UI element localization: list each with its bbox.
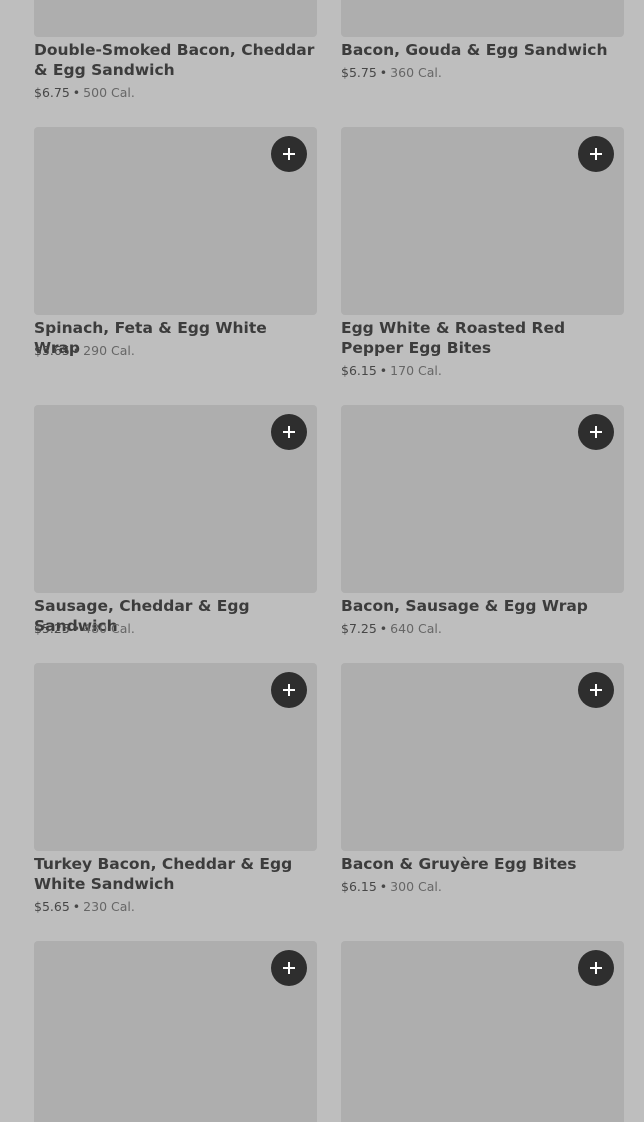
menu-item-card[interactable]	[34, 941, 317, 1122]
menu-item-calories: 230 Cal.	[83, 899, 135, 914]
menu-item-price: $6.15	[341, 879, 377, 894]
plus-icon	[590, 148, 602, 160]
add-to-order-button[interactable]	[578, 414, 614, 450]
menu-grid: Double-Smoked Bacon, Cheddar & Egg Sandw…	[0, 0, 644, 1122]
menu-item-card[interactable]: Egg White & Roasted Red Pepper Egg Bites…	[341, 127, 624, 381]
menu-item-image[interactable]	[341, 0, 624, 37]
menu-item-calories: 170 Cal.	[390, 363, 442, 378]
menu-item-meta: $5.75 • 360 Cal.	[341, 65, 442, 81]
plus-icon	[283, 148, 295, 160]
plus-icon	[590, 962, 602, 974]
menu-item-card[interactable]	[341, 941, 624, 1122]
menu-item-meta: $5.65 • 290 Cal.	[34, 343, 135, 359]
menu-item-calories: 360 Cal.	[390, 65, 442, 80]
menu-item-price: $7.25	[341, 621, 377, 636]
menu-item-price: $5.65	[34, 343, 70, 358]
plus-icon	[283, 962, 295, 974]
add-to-order-button[interactable]	[578, 950, 614, 986]
menu-item-name[interactable]: Bacon, Gouda & Egg Sandwich	[341, 40, 624, 60]
menu-item-card[interactable]: Spinach, Feta & Egg White Wrap $5.65 • 290…	[34, 127, 317, 361]
menu-item-name[interactable]: Double-Smoked Bacon, Cheddar & Egg Sandw…	[34, 40, 317, 80]
menu-item-calories: 500 Cal.	[83, 85, 135, 100]
menu-item-calories: 290 Cal.	[83, 343, 135, 358]
menu-item-name[interactable]: Egg White & Roasted Red Pepper Egg Bites	[341, 318, 624, 358]
meta-separator: •	[379, 879, 388, 894]
menu-item-calories: 640 Cal.	[390, 621, 442, 636]
menu-item-card[interactable]: Bacon, Sausage & Egg Wrap $7.25 • 640 Cal.	[341, 405, 624, 639]
menu-item-calories: 480 Cal.	[83, 621, 135, 636]
menu-item-meta: $6.75 • 500 Cal.	[34, 85, 135, 101]
add-to-order-button[interactable]	[578, 672, 614, 708]
menu-item-name[interactable]: Bacon & Gruyère Egg Bites	[341, 854, 624, 874]
menu-item-meta: $6.15 • 300 Cal.	[341, 879, 442, 895]
menu-item-name[interactable]: Turkey Bacon, Cheddar & Egg White Sandwi…	[34, 854, 317, 894]
menu-item-image[interactable]	[34, 0, 317, 37]
menu-item-meta: $5.65 • 230 Cal.	[34, 899, 135, 915]
menu-item-price: $5.75	[341, 65, 377, 80]
add-to-order-button[interactable]	[271, 414, 307, 450]
menu-item-card[interactable]: Sausage, Cheddar & Egg Sandwich $5.25 • 48…	[34, 405, 317, 639]
menu-item-name[interactable]: Bacon, Sausage & Egg Wrap	[341, 596, 624, 616]
add-to-order-button[interactable]	[271, 136, 307, 172]
plus-icon	[283, 684, 295, 696]
menu-item-card[interactable]: Bacon, Gouda & Egg Sandwich $5.75 • 360 Ca…	[341, 0, 624, 84]
plus-icon	[590, 426, 602, 438]
add-to-order-button[interactable]	[271, 672, 307, 708]
menu-item-meta: $7.25 • 640 Cal.	[341, 621, 442, 637]
add-to-order-button[interactable]	[578, 136, 614, 172]
plus-icon	[283, 426, 295, 438]
add-to-order-button[interactable]	[271, 950, 307, 986]
menu-item-price: $5.65	[34, 899, 70, 914]
menu-item-meta: $5.25 • 480 Cal.	[34, 621, 135, 637]
meta-separator: •	[72, 621, 81, 636]
menu-item-meta: $6.15 • 170 Cal.	[341, 363, 442, 379]
meta-separator: •	[379, 65, 388, 80]
menu-item-calories: 300 Cal.	[390, 879, 442, 894]
menu-item-price: $5.25	[34, 621, 70, 636]
menu-item-card[interactable]: Double-Smoked Bacon, Cheddar & Egg Sandw…	[34, 0, 317, 104]
plus-icon	[590, 684, 602, 696]
meta-separator: •	[379, 363, 388, 378]
menu-item-card[interactable]: Bacon & Gruyère Egg Bites $6.15 • 300 Cal.	[341, 663, 624, 897]
meta-separator: •	[72, 899, 81, 914]
menu-item-price: $6.15	[341, 363, 377, 378]
meta-separator: •	[379, 621, 388, 636]
meta-separator: •	[72, 85, 81, 100]
meta-separator: •	[72, 343, 81, 358]
menu-item-card[interactable]: Turkey Bacon, Cheddar & Egg White Sandwi…	[34, 663, 317, 917]
menu-item-price: $6.75	[34, 85, 70, 100]
